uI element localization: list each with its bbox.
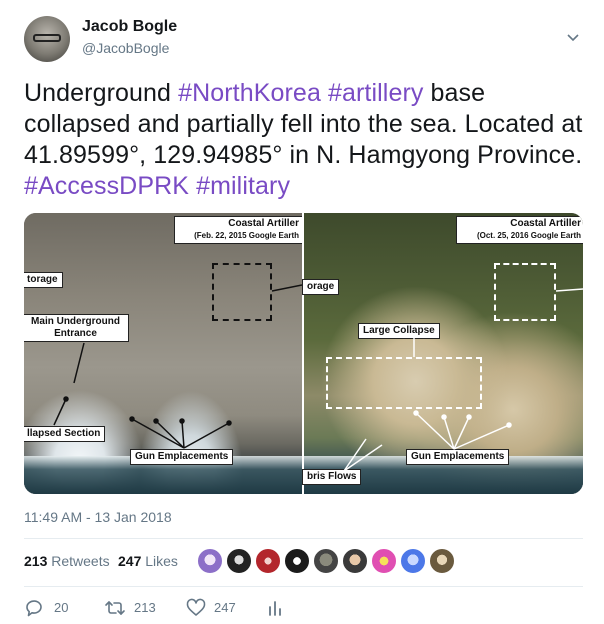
liker-avatar[interactable] (255, 548, 281, 574)
liker-avatar[interactable] (342, 548, 368, 574)
author-name[interactable]: Jacob Bogle (82, 18, 177, 36)
liker-avatar[interactable] (226, 548, 252, 574)
retweet-icon (105, 601, 125, 615)
like-count: 247 (214, 600, 236, 615)
hashtag-artillery[interactable]: #artillery (328, 79, 423, 107)
tweet-header: Jacob Bogle @JacobBogle (24, 14, 584, 64)
hashtag-northkorea[interactable]: #NorthKorea (178, 79, 321, 107)
annotation-arrows (343, 288, 583, 472)
image-panel-2016: Coastal Artiller (Oct. 25, 2016 Google E… (302, 213, 583, 494)
hashtag-accessdprk[interactable]: #AccessDPRK (24, 172, 189, 200)
liker-avatar[interactable] (284, 548, 310, 574)
author-avatar[interactable] (24, 16, 70, 62)
divider-bottom (24, 586, 583, 587)
retweets-label: Retweets (51, 553, 110, 569)
tweet-text: Underground #NorthKorea #artillery base … (24, 78, 584, 202)
tweet-image[interactable]: Coastal Artiller (Feb. 22, 2015 Google E… (24, 213, 583, 494)
liker-avatar[interactable] (371, 548, 397, 574)
tweet-actions: 20 213 247 (24, 598, 324, 618)
chevron-down-icon[interactable] (566, 30, 580, 44)
heart-icon (186, 598, 206, 616)
likes-stat[interactable]: 247 Likes (118, 553, 178, 569)
likes-count: 247 (118, 553, 142, 569)
liker-avatar[interactable] (429, 548, 455, 574)
tweet-text-space (321, 79, 328, 107)
analytics-icon (269, 601, 281, 616)
tweet-timestamp[interactable]: 11:49 AM - 13 Jan 2018 (24, 509, 172, 525)
annotation-arrows (53, 284, 302, 449)
reply-icon (26, 600, 42, 617)
author-handle[interactable]: @JacobBogle (82, 40, 169, 56)
divider-top (24, 538, 583, 539)
tweet-text-part: Underground (24, 79, 179, 107)
liker-avatar[interactable] (313, 548, 339, 574)
hashtag-military[interactable]: #military (196, 172, 290, 200)
reply-count: 20 (54, 600, 69, 615)
retweets-stat[interactable]: 213 Retweets (24, 553, 110, 569)
liker-avatar[interactable] (400, 548, 426, 574)
likes-label: Likes (145, 553, 178, 569)
liker-avatar[interactable] (197, 548, 223, 574)
image-panel-2015: Coastal Artiller (Feb. 22, 2015 Google E… (24, 213, 304, 494)
retweet-count: 213 (134, 600, 156, 615)
retweets-count: 213 (24, 553, 48, 569)
avatar-glasses-icon (33, 34, 61, 42)
